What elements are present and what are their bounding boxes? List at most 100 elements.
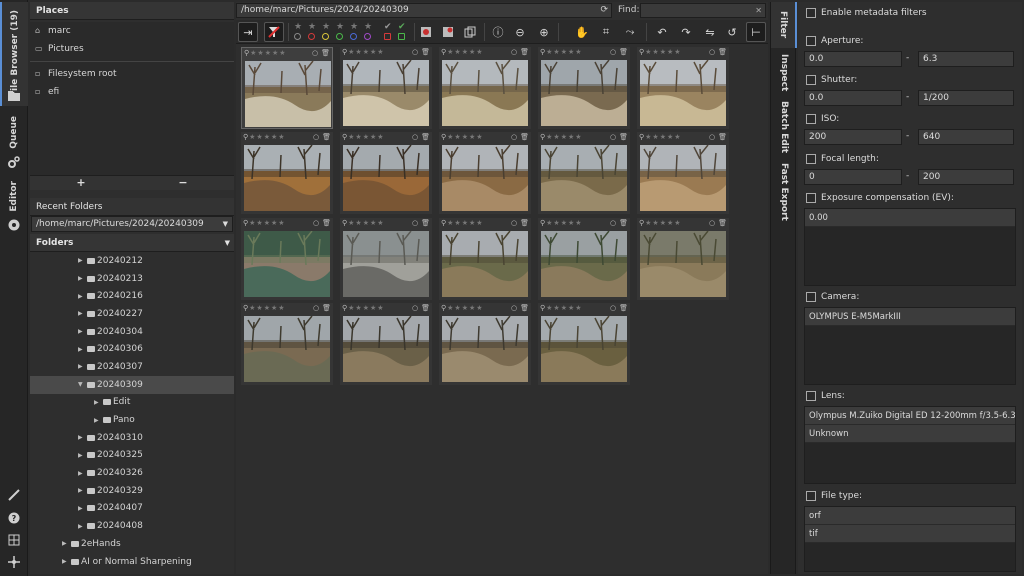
folder-tree-item[interactable]: ▶ 20240227 bbox=[30, 305, 234, 323]
color-label-icon[interactable]: ○ bbox=[412, 219, 418, 227]
rank-star-icon[interactable]: ★ bbox=[447, 133, 453, 141]
rank-star-icon[interactable]: ★ bbox=[348, 133, 354, 141]
thumbnail[interactable]: ⚲ ★ ★ ★ ★ ★ ○ 🗑 bbox=[340, 303, 432, 385]
rank-star-icon[interactable]: ★ bbox=[447, 304, 453, 312]
rank-star-icon[interactable]: ★ bbox=[462, 133, 468, 141]
rank-star-icon[interactable]: ★ bbox=[447, 48, 453, 56]
rank-star-icon[interactable]: ★ bbox=[377, 219, 383, 227]
rank-star-icon[interactable]: ★ bbox=[476, 219, 482, 227]
crop-tool-button[interactable]: ⌗ bbox=[596, 22, 616, 42]
checkbox[interactable] bbox=[806, 193, 816, 203]
rank-star-icon[interactable]: ★ bbox=[256, 304, 262, 312]
rank-star-icon[interactable]: ★ bbox=[660, 133, 666, 141]
chevron-right-icon[interactable]: ▶ bbox=[78, 293, 84, 300]
rank-star-icon[interactable]: ⚲ bbox=[342, 133, 347, 141]
color-label-icon[interactable]: ○ bbox=[511, 133, 517, 141]
rank-star-icon[interactable]: ⚲ bbox=[540, 219, 545, 227]
place-item-filesystem-root[interactable]: ▫ Filesystem root bbox=[30, 65, 234, 83]
trash-icon[interactable]: 🗑 bbox=[520, 48, 529, 56]
rank-star-icon[interactable]: ★ bbox=[377, 304, 383, 312]
rank-star-icon[interactable]: ★ bbox=[348, 48, 354, 56]
rank-star-icon[interactable]: ★ bbox=[546, 48, 552, 56]
rank-star-icon[interactable]: ★ bbox=[667, 133, 673, 141]
folder-tree-item[interactable]: ▶ 20240304 bbox=[30, 323, 234, 341]
chevron-down-icon[interactable]: ▼ bbox=[78, 381, 84, 388]
rank-star-icon[interactable]: ★ bbox=[660, 219, 666, 227]
aperture-to-input[interactable]: 6.3 bbox=[918, 51, 1014, 67]
rank-star-icon[interactable]: ★ bbox=[575, 304, 581, 312]
color-label-icon[interactable]: ○ bbox=[511, 48, 517, 56]
thumbnail[interactable]: ⚲ ★ ★ ★ ★ ★ ○ 🗑 bbox=[439, 303, 531, 385]
focal-length-checkbox[interactable]: Focal length: bbox=[806, 154, 879, 164]
rank-star-icon[interactable]: ★ bbox=[348, 219, 354, 227]
folder-tree-item[interactable]: ▶ 20240326 bbox=[30, 464, 234, 482]
gears-icon[interactable] bbox=[7, 155, 21, 169]
color-label-icon[interactable]: ○ bbox=[412, 133, 418, 141]
folder-tree-item[interactable]: ▶ 20240407 bbox=[30, 500, 234, 518]
tab-editor[interactable]: Editor bbox=[0, 176, 28, 216]
zoom-out-button[interactable]: ⊖ bbox=[510, 22, 530, 42]
rank-star-icon[interactable]: ★ bbox=[568, 48, 574, 56]
rank-star-icon[interactable]: ⚲ bbox=[639, 48, 644, 56]
rank-star-icon[interactable]: ★ bbox=[546, 304, 552, 312]
chevron-right-icon[interactable]: ▶ bbox=[78, 452, 84, 459]
rank-star-icon[interactable]: ⚲ bbox=[243, 304, 248, 312]
color-label-icon[interactable] bbox=[294, 33, 301, 40]
rank-star-icon[interactable]: ★ bbox=[476, 304, 482, 312]
folder-tree-item[interactable]: ▶ 20240307 bbox=[30, 358, 234, 376]
checkbox[interactable] bbox=[806, 8, 816, 18]
place-item-efi[interactable]: ▫ efi bbox=[30, 83, 234, 101]
rank-star-icon[interactable]: ★ bbox=[645, 219, 651, 227]
checkbox[interactable] bbox=[806, 491, 816, 501]
color-label-icon[interactable]: ○ bbox=[412, 48, 418, 56]
trash-icon[interactable]: 🗑 bbox=[421, 219, 430, 227]
filter-not-edited-button[interactable] bbox=[438, 22, 458, 42]
flip-horizontal-button[interactable]: ⇋ bbox=[700, 22, 720, 42]
saved-icon[interactable] bbox=[398, 33, 405, 40]
aperture-checkbox[interactable]: Aperture: bbox=[806, 36, 863, 46]
folders-header[interactable]: Folders ▼ bbox=[30, 234, 234, 252]
thumbnail[interactable]: ⚲ ★ ★ ★ ★ ★ ○ 🗑 bbox=[637, 47, 729, 129]
chevron-right-icon[interactable]: ▶ bbox=[62, 558, 68, 565]
rotate-right-button[interactable]: ↷ bbox=[676, 22, 696, 42]
flip-vertical-button[interactable]: ↺ bbox=[722, 22, 742, 42]
add-place-button[interactable]: + bbox=[30, 176, 132, 190]
clear-icon[interactable]: ✕ bbox=[755, 4, 762, 17]
rank-star-icon[interactable]: ⚲ bbox=[540, 304, 545, 312]
trash-icon[interactable]: 🗑 bbox=[520, 304, 529, 312]
focal-to-input[interactable]: 200 bbox=[918, 169, 1014, 185]
rank-star-icon[interactable]: ★ bbox=[454, 304, 460, 312]
rank-star-icon[interactable]: ★ bbox=[279, 49, 285, 57]
thumbnail[interactable]: ⚲ ★ ★ ★ ★ ★ ○ 🗑 bbox=[439, 132, 531, 214]
rank-star-icon[interactable]: ⚲ bbox=[243, 219, 248, 227]
color-label-icon[interactable] bbox=[308, 33, 315, 40]
rank-star-icon[interactable]: ⚲ bbox=[441, 48, 446, 56]
thumbnail[interactable]: ⚲ ★ ★ ★ ★ ★ ○ 🗑 bbox=[538, 218, 630, 300]
rank-star-icon[interactable]: ★ bbox=[256, 219, 262, 227]
color-label-icon[interactable]: ○ bbox=[610, 133, 616, 141]
zoom-in-button[interactable]: ⊕ bbox=[534, 22, 554, 42]
recent-folders-combo[interactable]: /home/marc/Pictures/2024/20240309 ▼ bbox=[31, 216, 233, 232]
color-label-icon[interactable]: ○ bbox=[412, 304, 418, 312]
straighten-tool-button[interactable]: ⤳ bbox=[620, 22, 640, 42]
thumbnail[interactable]: ⚲ ★ ★ ★ ★ ★ ○ 🗑 bbox=[637, 218, 729, 300]
rank-star-icon[interactable]: ★ bbox=[322, 22, 330, 32]
rank-star-icon[interactable]: ★ bbox=[308, 22, 316, 32]
rank-star-icon[interactable]: ⚲ bbox=[243, 133, 248, 141]
rank-star-icon[interactable]: ★ bbox=[575, 48, 581, 56]
rank-star-icon[interactable]: ★ bbox=[377, 133, 383, 141]
move-icon[interactable] bbox=[7, 555, 21, 569]
rank-star-icon[interactable]: ★ bbox=[476, 48, 482, 56]
rank-star-icon[interactable]: ★ bbox=[294, 22, 302, 32]
trash-icon[interactable]: 🗑 bbox=[718, 219, 727, 227]
rank-star-icon[interactable]: ★ bbox=[462, 304, 468, 312]
shutter-to-input[interactable]: 1/200 bbox=[918, 90, 1014, 106]
color-label-icon[interactable] bbox=[322, 33, 329, 40]
chevron-right-icon[interactable]: ▶ bbox=[78, 257, 84, 264]
color-label-icon[interactable]: ○ bbox=[709, 219, 715, 227]
trash-icon[interactable]: 🗑 bbox=[619, 219, 628, 227]
path-input[interactable]: /home/marc/Pictures/2024/20240309 ⟳ bbox=[236, 3, 612, 18]
rank-star-icon[interactable]: ★ bbox=[271, 219, 277, 227]
folder-tree-item[interactable]: ▶ AI or Normal Sharpening bbox=[30, 553, 234, 571]
color-label-icon[interactable]: ○ bbox=[511, 219, 517, 227]
